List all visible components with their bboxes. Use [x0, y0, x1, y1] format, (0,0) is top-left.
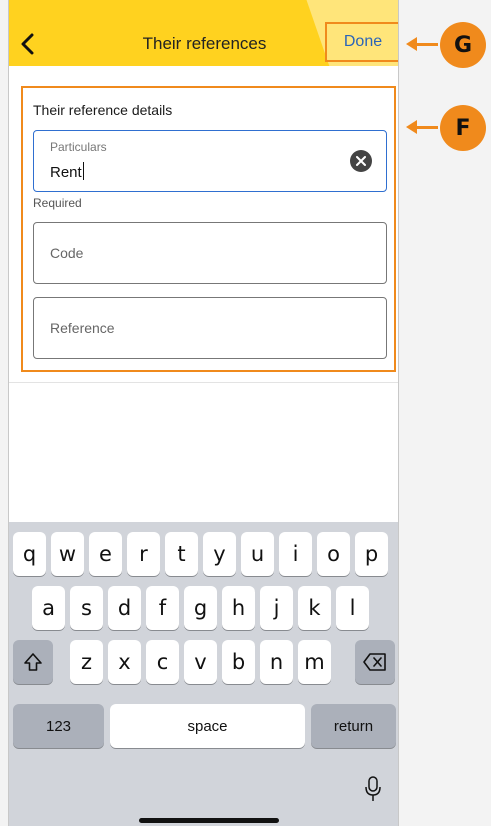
- key-w[interactable]: w: [51, 532, 84, 576]
- key-l[interactable]: l: [336, 586, 369, 630]
- space-key[interactable]: space: [110, 704, 305, 748]
- app-header: Their references Done: [9, 0, 398, 66]
- reference-details-form: Their reference details Particulars Rent…: [21, 86, 396, 372]
- code-placeholder: Code: [50, 245, 84, 261]
- form-heading: Their reference details: [33, 102, 173, 118]
- key-h[interactable]: h: [222, 586, 255, 630]
- microphone-icon: [365, 776, 381, 801]
- shift-key[interactable]: [13, 640, 53, 684]
- key-y[interactable]: y: [203, 532, 236, 576]
- keyboard: q w e r t y u i o p a s d f g h j k l z …: [9, 522, 398, 826]
- key-f[interactable]: f: [146, 586, 179, 630]
- callout-g-arrow: [406, 37, 438, 51]
- shift-icon: [24, 653, 42, 671]
- clear-button[interactable]: [350, 150, 372, 172]
- key-u[interactable]: u: [241, 532, 274, 576]
- required-helper-text: Required: [33, 196, 82, 210]
- key-p[interactable]: p: [355, 532, 388, 576]
- key-r[interactable]: r: [127, 532, 160, 576]
- text-caret: [82, 162, 85, 180]
- callout-g-badge: G: [440, 22, 486, 68]
- done-button[interactable]: Done: [325, 22, 398, 62]
- key-e[interactable]: e: [89, 532, 122, 576]
- key-j[interactable]: j: [260, 586, 293, 630]
- key-k[interactable]: k: [298, 586, 331, 630]
- key-o[interactable]: o: [317, 532, 350, 576]
- key-g[interactable]: g: [184, 586, 217, 630]
- numbers-key[interactable]: 123: [13, 704, 104, 748]
- backspace-key[interactable]: [355, 640, 395, 684]
- key-m[interactable]: m: [298, 640, 331, 684]
- particulars-value-wrap: Rent: [50, 162, 85, 181]
- key-q[interactable]: q: [13, 532, 46, 576]
- callout-f-arrow: [406, 120, 438, 134]
- reference-placeholder: Reference: [50, 320, 115, 336]
- key-z[interactable]: z: [70, 640, 103, 684]
- key-n[interactable]: n: [260, 640, 293, 684]
- key-s[interactable]: s: [70, 586, 103, 630]
- particulars-value: Rent: [50, 164, 82, 181]
- clear-icon: [356, 156, 366, 166]
- reference-field[interactable]: Reference: [33, 297, 387, 359]
- code-field[interactable]: Code: [33, 222, 387, 284]
- key-v[interactable]: v: [184, 640, 217, 684]
- return-key[interactable]: return: [311, 704, 396, 748]
- key-b[interactable]: b: [222, 640, 255, 684]
- key-a[interactable]: a: [32, 586, 65, 630]
- home-indicator: [139, 818, 279, 823]
- dictation-button[interactable]: [361, 774, 385, 804]
- key-x[interactable]: x: [108, 640, 141, 684]
- key-i[interactable]: i: [279, 532, 312, 576]
- key-c[interactable]: c: [146, 640, 179, 684]
- backspace-icon: [363, 653, 386, 671]
- phone-screen: Their references Done Their reference de…: [8, 0, 399, 826]
- key-d[interactable]: d: [108, 586, 141, 630]
- callout-f-badge: F: [440, 105, 486, 151]
- section-divider: [9, 382, 398, 383]
- key-t[interactable]: t: [165, 532, 198, 576]
- particulars-field[interactable]: Particulars Rent: [33, 130, 387, 192]
- particulars-label: Particulars: [50, 140, 107, 154]
